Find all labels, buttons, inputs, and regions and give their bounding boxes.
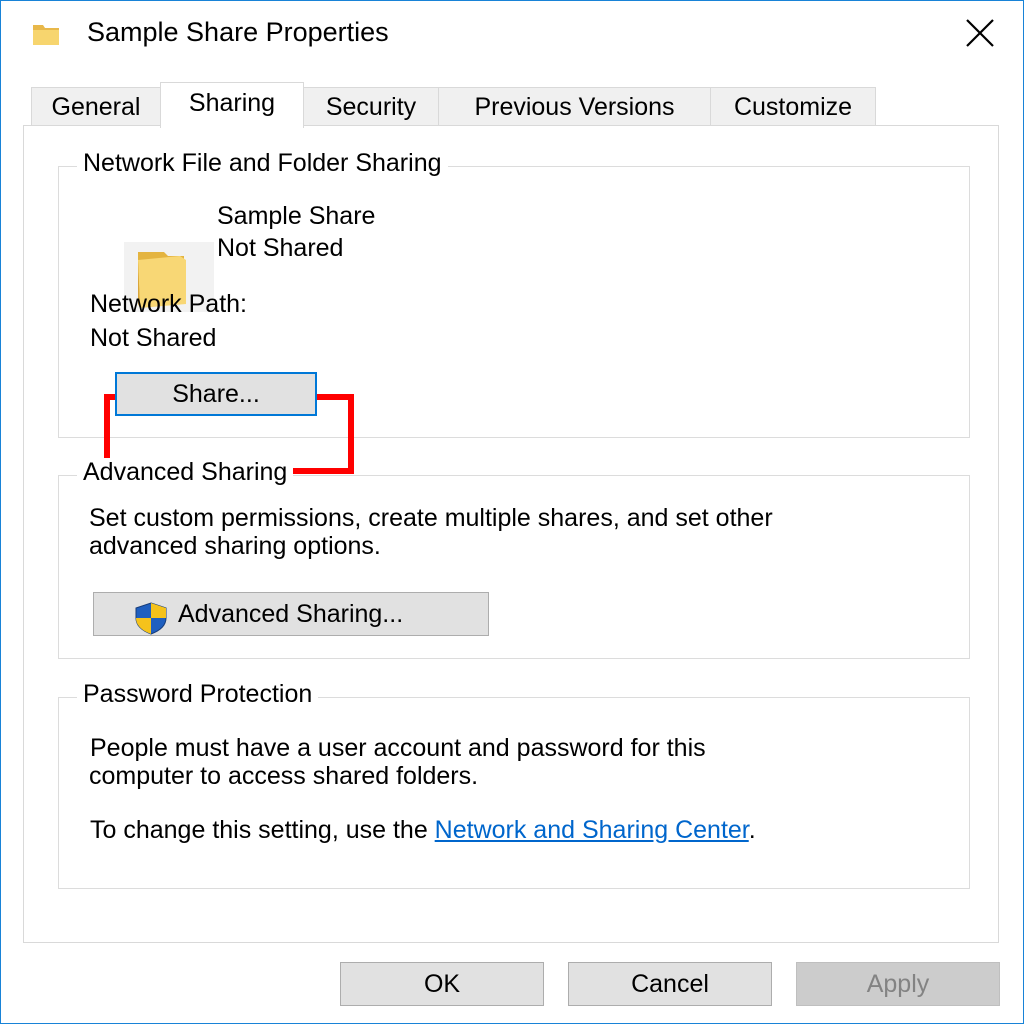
change-setting-suffix: . xyxy=(748,816,756,844)
tab-customize[interactable]: Customize xyxy=(710,87,876,127)
change-setting-prefix: To change this setting, use the xyxy=(90,816,435,844)
password-protection-legend: Password Protection xyxy=(77,680,319,709)
password-protection-group: Password Protection People must have a u… xyxy=(58,680,970,889)
advanced-sharing-button-label: Advanced Sharing... xyxy=(178,600,404,628)
uac-shield-icon xyxy=(135,602,167,635)
password-protection-description-line1: People must have a user account and pass… xyxy=(90,734,706,762)
advanced-sharing-group: Advanced Sharing Set custom permissions,… xyxy=(58,458,970,659)
share-item-status: Not Shared xyxy=(217,234,344,262)
cancel-button[interactable]: Cancel xyxy=(568,962,772,1006)
close-button[interactable] xyxy=(951,11,1009,55)
tab-previous-versions[interactable]: Previous Versions xyxy=(438,87,711,127)
advanced-sharing-legend: Advanced Sharing xyxy=(77,458,294,487)
network-path-label: Network Path: xyxy=(90,290,248,318)
apply-button[interactable]: Apply xyxy=(796,962,1000,1006)
folder-icon xyxy=(33,25,59,45)
window-title: Sample Share Properties xyxy=(87,17,389,47)
password-protection-description-line2: computer to access shared folders. xyxy=(89,762,479,790)
change-setting-text: To change this setting, use the Network … xyxy=(90,816,756,845)
tab-general[interactable]: General xyxy=(31,87,161,127)
sharing-panel: Network File and Folder Sharing Sample S… xyxy=(23,125,999,943)
title-bar[interactable]: Sample Share Properties xyxy=(1,1,1023,67)
network-path-value: Not Shared xyxy=(90,324,217,352)
advanced-sharing-description-line2: advanced sharing options. xyxy=(89,532,381,560)
ok-button[interactable]: OK xyxy=(340,962,544,1006)
share-button[interactable]: Share... xyxy=(115,372,317,416)
advanced-sharing-description-line1: Set custom permissions, create multiple … xyxy=(89,504,773,532)
properties-dialog: Sample Share Properties General Sharing … xyxy=(0,0,1024,1024)
close-icon xyxy=(966,19,994,47)
network-sharing-group: Network File and Folder Sharing Sample S… xyxy=(58,149,970,474)
network-sharing-center-link[interactable]: Network and Sharing Center xyxy=(435,816,749,844)
advanced-sharing-button[interactable]: Advanced Sharing... xyxy=(93,592,489,636)
share-item-name: Sample Share xyxy=(217,202,376,230)
tab-sharing[interactable]: Sharing xyxy=(160,82,304,128)
tab-security[interactable]: Security xyxy=(303,87,439,127)
network-sharing-legend: Network File and Folder Sharing xyxy=(77,149,448,178)
